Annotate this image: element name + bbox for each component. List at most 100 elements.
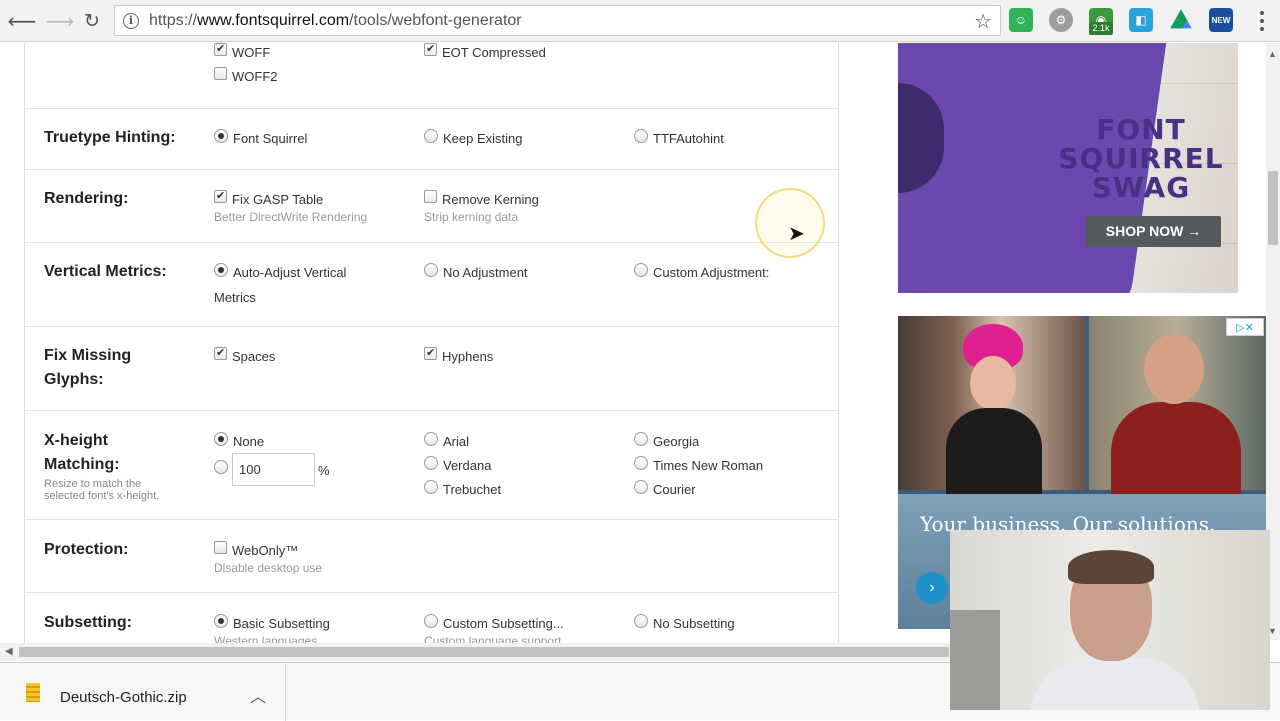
basic-subsetting-radio[interactable] [214,614,228,628]
remove-kerning-label: Remove Kerning [442,192,539,207]
spaces-option[interactable]: Spaces [214,345,275,365]
xheight-verdana-label: Verdana [443,458,492,473]
woff-checkbox[interactable] [214,43,227,57]
xheight-courier-radio[interactable] [634,480,648,494]
chevron-up-icon[interactable]: ︿ [250,683,266,707]
auto-adjust-radio[interactable] [214,263,228,277]
basic-subsetting-option[interactable]: Basic Subsetting [214,614,330,632]
no-adjustment-option[interactable]: No Adjustment [424,263,528,281]
xheight-courier-label: Courier [653,482,696,497]
custom-adjustment-label: Custom Adjustment: [653,265,770,280]
extension-map-icon[interactable]: ◧ [1129,8,1153,32]
xheight-percent-unit: % [318,463,330,478]
xheight-percent-option[interactable] [214,460,228,474]
auto-adjust-label: Auto-Adjust Vertical [233,265,347,280]
fix-gasp-checkbox[interactable] [214,188,227,204]
info-icon[interactable]: i [123,13,139,29]
custom-adjustment-option[interactable]: Custom Adjustment: [634,263,769,281]
xheight-none-radio[interactable] [214,432,228,446]
swag-headline-line1: FONT [1096,113,1186,146]
scroll-up-arrow-icon[interactable]: ▲ [1268,49,1277,59]
hinting-keep-existing-label: Keep Existing [443,131,523,146]
no-subsetting-option[interactable]: No Subsetting [634,614,735,632]
xheight-georgia-radio[interactable] [634,432,648,446]
vertical-scroll-thumb[interactable] [1268,171,1278,245]
horizontal-scroll-thumb[interactable] [19,647,949,657]
eot-option[interactable]: EOT Compressed [424,43,546,61]
custom-adjustment-radio[interactable] [634,263,648,277]
fix-gasp-option[interactable]: Fix GASP Table [214,188,323,208]
bookmark-star-icon[interactable]: ☆ [974,9,992,34]
hinting-keep-existing-radio[interactable] [424,129,438,143]
xheight-times-radio[interactable] [634,456,648,470]
extension-evernote-icon[interactable]: ☺ [1009,8,1033,32]
xheight-trebuchet-option[interactable]: Trebuchet [424,480,501,498]
xheight-label-line2: Matching: [44,456,120,473]
shop-now-button[interactable]: SHOP NOW → [1086,216,1221,247]
webonly-description: Disable desktop use [214,561,323,575]
no-adjustment-label: No Adjustment [443,265,528,280]
xheight-arial-option[interactable]: Arial [424,432,469,450]
hinting-ttfautohint-radio[interactable] [634,129,648,143]
woff-option[interactable]: WOFF [214,43,270,61]
xheight-trebuchet-radio[interactable] [424,480,438,494]
woff2-option[interactable]: WOFF2 [214,67,278,85]
back-arrow-icon[interactable]: ⟵ [8,7,37,35]
address-bar[interactable]: i https://www.fontsquirrel.com/tools/web… [114,5,1001,36]
xheight-georgia-label: Georgia [653,434,700,449]
custom-subsetting-description: Custom language support [424,634,562,643]
missing-glyphs-label-line2: Glyphs: [44,371,104,388]
webcam-background [950,610,1000,710]
reload-icon[interactable]: ↻ [78,7,106,35]
no-adjustment-radio[interactable] [424,263,438,277]
swag-headline-line3: SWAG [1091,171,1191,204]
webonly-checkbox[interactable] [214,541,227,554]
xheight-none-option[interactable]: None [214,432,264,450]
no-subsetting-label: No Subsetting [653,616,735,631]
xheight-times-option[interactable]: Times New Roman [634,456,763,474]
rendering-label: Rendering: [44,190,129,207]
extension-gear-icon[interactable]: ⚙ [1049,8,1073,32]
eot-checkbox[interactable] [424,43,437,57]
forward-arrow-icon[interactable]: ⟶ [46,7,75,35]
spaces-checkbox[interactable] [214,345,227,361]
adchoices-icon[interactable]: ▷✕ [1226,318,1264,336]
xheight-verdana-radio[interactable] [424,456,438,470]
auto-adjust-option-line2[interactable]: Metrics [214,288,256,306]
extension-news-icon[interactable]: NEW [1209,8,1233,32]
xheight-arial-radio[interactable] [424,432,438,446]
hyphens-checkbox[interactable] [424,345,437,361]
ad-photo-detail [970,356,1016,410]
webonly-label: WebOnly™ [232,543,299,558]
hyphens-option[interactable]: Hyphens [424,345,493,365]
hinting-font-squirrel-radio[interactable] [214,129,228,143]
xheight-georgia-option[interactable]: Georgia [634,432,699,450]
ad-next-arrow-icon[interactable]: › [916,572,948,604]
hinting-font-squirrel-option[interactable]: Font Squirrel [214,129,307,147]
browser-menu-icon[interactable] [1252,9,1272,33]
hinting-ttfautohint-option[interactable]: TTFAutohint [634,129,724,147]
xheight-percent-input[interactable] [232,453,315,486]
no-subsetting-radio[interactable] [634,614,648,628]
webonly-option[interactable]: WebOnly™ [214,541,298,559]
download-item[interactable]: Deutsch-Gothic.zip ︿ [0,663,286,721]
remove-kerning-checkbox[interactable] [424,190,437,203]
custom-subsetting-radio[interactable] [424,614,438,628]
xheight-times-label: Times New Roman [653,458,764,473]
xheight-courier-option[interactable]: Courier [634,480,696,498]
browser-toolbar: ⟵ ⟶ ↻ i https://www.fontsquirrel.com/too… [0,0,1280,42]
remove-kerning-option[interactable]: Remove Kerning [424,190,539,208]
url-text[interactable]: https://www.fontsquirrel.com/tools/webfo… [149,12,522,30]
custom-subsetting-option[interactable]: Custom Subsetting... [424,614,564,632]
scroll-left-arrow-icon[interactable]: ◀ [5,646,13,657]
swag-ad-banner[interactable]: FONT SQUIRREL SWAG SHOP NOW → [898,43,1238,293]
woff2-checkbox[interactable] [214,67,227,80]
auto-adjust-option[interactable]: Auto-Adjust Vertical [214,263,346,281]
download-filename[interactable]: Deutsch-Gothic.zip [60,689,187,706]
hinting-keep-existing-option[interactable]: Keep Existing [424,129,523,147]
xheight-percent-radio[interactable] [214,460,228,474]
google-drive-icon[interactable] [1170,9,1192,29]
vertical-metrics-label: Vertical Metrics: [44,263,167,280]
ad-photo-detail [1111,402,1241,497]
xheight-verdana-option[interactable]: Verdana [424,456,491,474]
